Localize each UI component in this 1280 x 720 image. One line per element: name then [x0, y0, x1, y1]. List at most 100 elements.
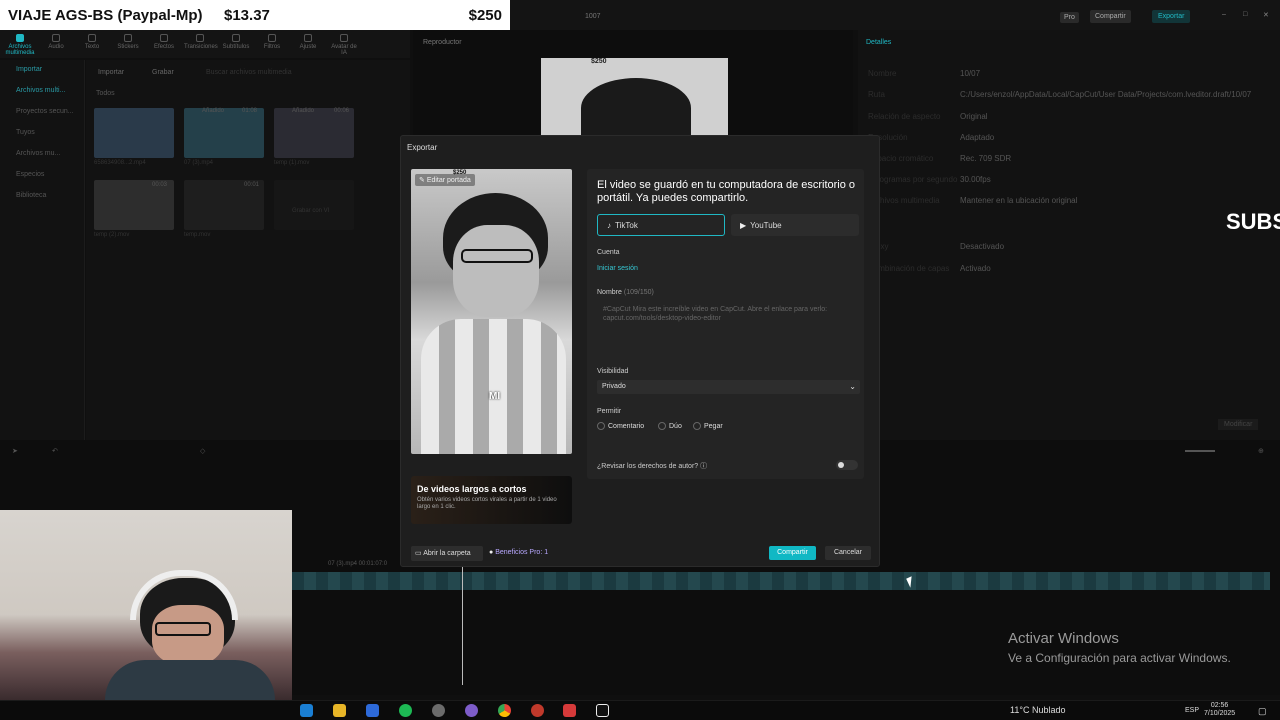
share-top-button[interactable]: Compartir [1090, 10, 1131, 23]
allow-duet-checkbox[interactable]: Dúo [658, 422, 682, 430]
spotify-icon[interactable] [399, 704, 412, 717]
cancel-button[interactable]: Cancelar [825, 546, 871, 560]
timeline-clip[interactable]: 07 (3).mp4 00:01:07:0 [292, 561, 1270, 590]
nav-media[interactable]: Archivos multi... [0, 81, 84, 102]
detail-row: Nombre 10/07 [868, 69, 981, 78]
copyright-toggle[interactable] [836, 460, 858, 470]
detail-row: Fotogramas por segundo 30.00fps [868, 175, 991, 184]
tiktok-icon: ♪ [607, 220, 611, 230]
allow-label: Permitir [597, 408, 622, 415]
maximize-icon[interactable]: □ [1243, 11, 1247, 18]
toolbar-item[interactable]: Audio [40, 30, 72, 58]
record-with-ai-card[interactable]: Grabar con VI [274, 180, 354, 250]
filter-all[interactable]: Todos [96, 90, 115, 97]
player-preview: $250 [541, 58, 728, 138]
tiktok-button[interactable]: ♪ TikTok [597, 214, 725, 236]
nav-secondary-projects[interactable]: Proyectos secun... [0, 102, 84, 123]
allow-stitch-checkbox[interactable]: Pegar [693, 422, 723, 430]
open-folder-button[interactable]: ▭ Abrir la carpeta [411, 546, 483, 561]
edge-icon[interactable] [300, 704, 313, 717]
clock[interactable]: 02:56 7/10/2025 [1204, 702, 1235, 718]
nav-yours[interactable]: Tuyos [0, 123, 84, 144]
settings-icon[interactable] [432, 704, 445, 717]
cover-preview[interactable]: MI $250 ✎ Editar portada [411, 169, 572, 454]
nav-library[interactable]: Biblioteca [0, 186, 84, 207]
dialog-title: Exportar [407, 143, 438, 152]
modify-button[interactable]: Modificar [1218, 419, 1259, 430]
close-icon[interactable]: ✕ [1263, 11, 1269, 19]
audio-icon [52, 34, 60, 42]
chrome-icon[interactable] [498, 704, 511, 717]
playhead[interactable] [462, 560, 463, 685]
edit-cover-button[interactable]: ✎ Editar portada [415, 174, 475, 186]
toolbar-item[interactable]: Avatar de IA [328, 30, 360, 58]
visibility-select[interactable]: Privado ⌄ [597, 380, 860, 394]
subs-overlay-text: SUBS [1226, 209, 1280, 234]
promo-card[interactable]: De videos largos a cortos Obtén varios v… [411, 476, 572, 524]
export-dialog: Exportar MI $250 ✎ Editar portada De vid… [400, 135, 880, 567]
media-thumb[interactable]: temp (1).mov Añadido 00:06 [274, 108, 354, 178]
media-thumb[interactable]: temp (2).mov 00:03 [94, 180, 174, 250]
toolbar-item[interactable]: Texto [76, 30, 108, 58]
toolbar-item[interactable]: Ajuste [292, 30, 324, 58]
details-title: Detalles [866, 39, 892, 46]
cover-shirt [421, 319, 566, 454]
nav-spaces[interactable]: Especios [0, 165, 84, 186]
allow-comment-checkbox[interactable]: Comentario [597, 422, 644, 430]
effects-icon [160, 34, 168, 42]
capcut-alt-icon[interactable] [563, 704, 576, 717]
adjust-icon [304, 34, 312, 42]
nav-files[interactable]: Archivos mu... [0, 144, 84, 165]
promo-title: De videos largos a cortos [417, 484, 527, 494]
toolbar-item[interactable]: Stickers [112, 30, 144, 58]
toolbar-item[interactable]: Archivos multimedia [4, 30, 36, 58]
toolbar-item[interactable]: Efectos [148, 30, 180, 58]
files-icon[interactable] [333, 704, 346, 717]
notification-icon[interactable]: ▢ [1258, 706, 1267, 717]
obs-icon[interactable] [465, 704, 478, 717]
donation-goal: $250 [468, 6, 502, 24]
capcut-icon[interactable] [596, 704, 609, 717]
app-icon[interactable] [531, 704, 544, 717]
import-button[interactable]: Importar [98, 69, 124, 76]
pencil-icon: ✎ [419, 177, 427, 184]
youtube-button[interactable]: ▶ YouTube [731, 214, 859, 236]
share-pane: El video se guardó en tu computadora de … [587, 169, 864, 479]
toolbar-item[interactable]: Subtítulos [220, 30, 252, 58]
store-icon[interactable] [366, 704, 379, 717]
zoom-slider[interactable] [1185, 450, 1215, 452]
subtitles-icon [232, 34, 240, 42]
undo-icon[interactable]: ↶ [52, 447, 58, 455]
details-panel: Detalles Nombre 10/07 Ruta C:/Users/enzol/… [858, 30, 1280, 440]
select-tool-icon[interactable]: ➤ [12, 447, 18, 455]
windows-activation-watermark: Activar Windows Ve a Configuración para … [1008, 630, 1231, 665]
zoom-fit-icon[interactable]: ⊕ [1258, 447, 1264, 455]
weather-widget[interactable]: 11°C Nublado [1010, 705, 1065, 715]
nav-import[interactable]: Importar [0, 60, 84, 81]
media-search-input[interactable]: Buscar archivos multimedia [206, 69, 292, 76]
share-button[interactable]: Compartir [769, 546, 816, 560]
visibility-label: Visibilidad [597, 368, 629, 375]
media-icon [16, 34, 24, 42]
media-thumb[interactable]: temp.mov 00:01 [184, 180, 264, 250]
sticker-icon [124, 34, 132, 42]
toolbar-item[interactable]: Transiciones [184, 30, 218, 58]
media-thumb[interactable]: 658634908...2.mp4 [94, 108, 174, 178]
export-top-button[interactable]: Exportar [1152, 10, 1191, 23]
record-button[interactable]: Grabar [152, 69, 174, 76]
toolbar-item[interactable]: Filtros [256, 30, 288, 58]
donation-overlay: VIAJE AGS-BS (Paypal-Mp) $13.37 $250 [0, 0, 510, 30]
login-link[interactable]: Iniciar sesión [597, 265, 638, 272]
shield-icon[interactable]: ◇ [200, 447, 205, 455]
detail-row: Archivos multimedia Mantener en la ubicac… [868, 196, 1078, 205]
name-textarea[interactable]: #CapCut Mira este increíble video en Cap… [597, 303, 852, 355]
pro-badge[interactable]: Pro [1060, 12, 1079, 23]
media-thumb[interactable]: 07 (3).mp4 Añadido 01:08 [184, 108, 264, 178]
detail-row: ProxyDesactivado [868, 242, 1005, 251]
media-panel: Importar Grabar Buscar archivos multimed… [86, 60, 410, 440]
pro-benefits[interactable]: ● Beneficios Pro: 1 [489, 549, 548, 556]
minimize-icon[interactable]: – [1222, 11, 1226, 18]
language-indicator[interactable]: ESP [1185, 707, 1199, 714]
name-count: (109/150) [623, 289, 654, 296]
info-icon[interactable]: ⓘ [700, 463, 707, 470]
